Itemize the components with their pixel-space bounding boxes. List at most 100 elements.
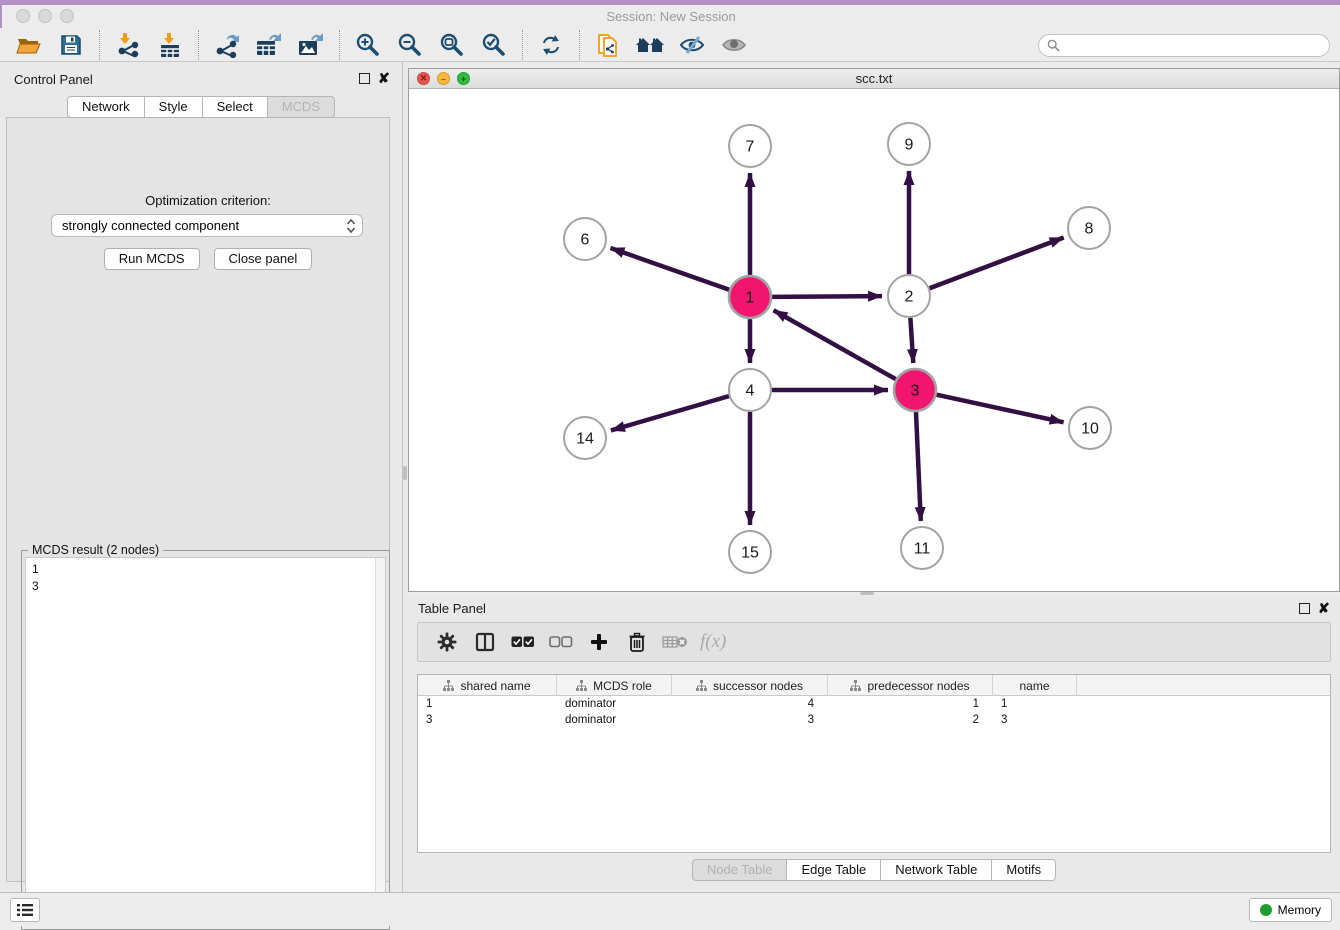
export-image-button[interactable] xyxy=(295,30,327,60)
vertical-splitter-grip[interactable] xyxy=(403,466,407,480)
table-cell[interactable]: 3 xyxy=(993,712,1077,728)
open-file-button[interactable] xyxy=(13,30,45,60)
column-header-name[interactable]: name xyxy=(993,675,1077,696)
close-panel-button[interactable]: Close panel xyxy=(214,248,313,270)
eye-slash-icon xyxy=(678,33,706,57)
close-table-panel-icon[interactable]: ✘ xyxy=(1318,603,1330,614)
edge-1-2[interactable] xyxy=(772,296,882,297)
result-scrollbar[interactable] xyxy=(375,558,385,925)
view-close-button[interactable]: ✕ xyxy=(417,72,430,85)
graph-node-3[interactable]: 3 xyxy=(894,369,936,411)
graph-node-6[interactable]: 6 xyxy=(564,218,606,260)
table-cell[interactable]: 2 xyxy=(828,712,993,728)
unselect-all-columns-button[interactable] xyxy=(546,627,576,657)
toolbar-separator xyxy=(522,30,523,60)
float-panel-icon[interactable] xyxy=(359,73,370,84)
delete-column-button[interactable] xyxy=(660,627,690,657)
table-cell[interactable]: 1 xyxy=(418,696,557,712)
node-table[interactable]: shared name MCDS rolesuccessor nodesprede… xyxy=(417,674,1331,853)
show-task-history-button[interactable] xyxy=(10,898,40,922)
table-cell[interactable]: 3 xyxy=(672,712,828,728)
create-column-button[interactable] xyxy=(584,627,614,657)
window-zoom-button[interactable] xyxy=(60,9,74,23)
graph-node-9[interactable]: 9 xyxy=(888,123,930,165)
optimization-criterion-select[interactable]: strongly connected component xyxy=(51,214,363,237)
tab-motifs[interactable]: Motifs xyxy=(992,859,1056,881)
edge-3-11[interactable] xyxy=(916,412,921,521)
svg-text:10: 10 xyxy=(1081,421,1099,438)
edge-2-3[interactable] xyxy=(910,318,913,363)
edge-3-10[interactable] xyxy=(936,395,1063,423)
search-input[interactable] xyxy=(1060,36,1329,55)
export-network-button[interactable] xyxy=(211,30,243,60)
run-mcds-button[interactable]: Run MCDS xyxy=(104,248,200,270)
import-table-button[interactable] xyxy=(154,30,186,60)
graph-node-1[interactable]: 1 xyxy=(729,276,771,318)
edge-3-1[interactable] xyxy=(774,310,896,379)
edge-2-8[interactable] xyxy=(930,238,1064,289)
select-all-columns-button[interactable] xyxy=(508,627,538,657)
view-maximize-button[interactable]: + xyxy=(457,72,470,85)
window-close-button[interactable] xyxy=(16,9,30,23)
attribute-type-icon xyxy=(850,680,861,691)
table-settings-button[interactable] xyxy=(432,627,462,657)
mcds-result-list[interactable]: 13 xyxy=(25,557,386,926)
tab-style[interactable]: Style xyxy=(145,96,203,118)
table-row[interactable]: 1dominator411 xyxy=(418,696,1330,712)
graph-node-14[interactable]: 14 xyxy=(564,417,606,459)
import-network-button[interactable] xyxy=(112,30,144,60)
graph-node-7[interactable]: 7 xyxy=(729,125,771,167)
zoom-in-button[interactable] xyxy=(352,30,384,60)
edge-1-6[interactable] xyxy=(610,248,729,290)
save-session-button[interactable] xyxy=(55,30,87,60)
memory-button[interactable]: Memory xyxy=(1249,898,1332,922)
table-row[interactable]: 3dominator323 xyxy=(418,712,1330,728)
tab-edge-table[interactable]: Edge Table xyxy=(787,859,881,881)
tab-network[interactable]: Network xyxy=(67,96,145,118)
graph-node-15[interactable]: 15 xyxy=(729,531,771,573)
tab-network-table[interactable]: Network Table xyxy=(881,859,992,881)
table-cell[interactable]: dominator xyxy=(557,712,672,728)
tab-node-table[interactable]: Node Table xyxy=(692,859,788,881)
graph-node-4[interactable]: 4 xyxy=(729,369,771,411)
edge-4-14[interactable] xyxy=(611,396,729,430)
table-cell[interactable]: 3 xyxy=(418,712,557,728)
float-table-panel-icon[interactable] xyxy=(1299,603,1310,614)
graph-node-8[interactable]: 8 xyxy=(1068,207,1110,249)
column-header-MCDS-role[interactable]: MCDS role xyxy=(557,675,672,696)
window-minimize-button[interactable] xyxy=(38,9,52,23)
table-cell[interactable]: dominator xyxy=(557,696,672,712)
column-label: shared name xyxy=(460,679,530,693)
column-header-successor-nodes[interactable]: successor nodes xyxy=(672,675,828,696)
show-graphics-button[interactable] xyxy=(718,30,750,60)
table-cell[interactable]: 1 xyxy=(993,696,1077,712)
view-minimize-button[interactable]: – xyxy=(437,72,450,85)
network-view-titlebar[interactable]: ✕ – + scc.txt xyxy=(409,69,1339,89)
close-panel-icon[interactable]: ✘ xyxy=(378,73,390,84)
tab-select[interactable]: Select xyxy=(203,96,268,118)
control-panel-title: Control Panel xyxy=(14,72,93,87)
table-cell[interactable]: 4 xyxy=(672,696,828,712)
column-header-predecessor-nodes[interactable]: predecessor nodes xyxy=(828,675,993,696)
refresh-button[interactable] xyxy=(535,30,567,60)
network-graph-canvas[interactable]: 7 9 6 8 1 2 4 3 14 10 15 11 xyxy=(409,89,1339,591)
graph-node-11[interactable]: 11 xyxy=(901,527,943,569)
destroy-view-button[interactable] xyxy=(634,30,666,60)
function-builder-button[interactable]: f(x) xyxy=(700,631,726,653)
hide-graphics-button[interactable] xyxy=(676,30,708,60)
horizontal-splitter-grip[interactable] xyxy=(860,592,874,595)
tab-mcds[interactable]: MCDS xyxy=(268,96,335,118)
duplicate-network-view-button[interactable] xyxy=(592,30,624,60)
show-column-panel-button[interactable] xyxy=(470,627,500,657)
delete-rows-button[interactable] xyxy=(622,627,652,657)
graph-node-2[interactable]: 2 xyxy=(888,275,930,317)
zoom-fit-button[interactable] xyxy=(436,30,468,60)
search-field[interactable] xyxy=(1038,34,1330,57)
zoom-selected-button[interactable] xyxy=(478,30,510,60)
graph-node-10[interactable]: 10 xyxy=(1069,407,1111,449)
column-header-shared-name[interactable]: shared name xyxy=(418,675,557,696)
export-table-button[interactable] xyxy=(253,30,285,60)
zoom-out-button[interactable] xyxy=(394,30,426,60)
table-cell[interactable]: 1 xyxy=(828,696,993,712)
zoom-out-icon xyxy=(397,32,423,58)
